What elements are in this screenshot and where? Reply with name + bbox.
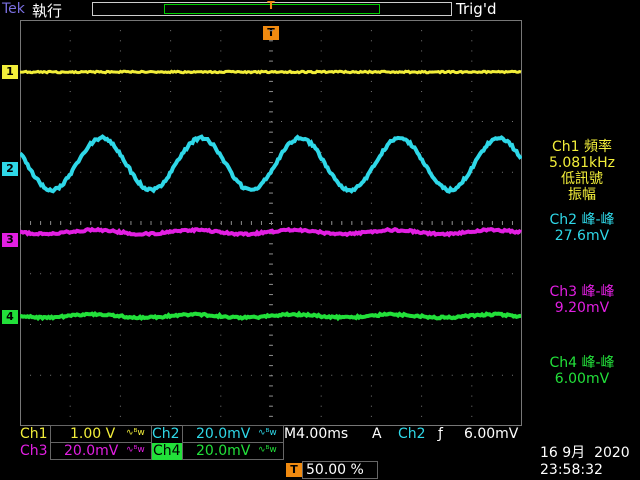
ch1-waveform xyxy=(20,71,521,72)
ch1-measurement-note: 低訊號 xyxy=(524,171,640,187)
ch2-measurement: Ch2 峰-峰 27.6mV xyxy=(524,212,640,244)
ch4-measurement-title: Ch4 峰-峰 xyxy=(524,355,640,371)
ch2-label[interactable]: Ch2 xyxy=(152,426,180,442)
brand-logo: Tek xyxy=(2,1,25,17)
timebase[interactable]: M4.00ms xyxy=(284,426,348,442)
ch1-measurement-value: 5.081kHz xyxy=(524,155,640,171)
trigger-mode: A xyxy=(372,426,382,442)
date: 16 9月 2020 xyxy=(540,445,630,461)
ch4-measurement-value: 6.00mV xyxy=(524,371,640,387)
ch1-marker[interactable]: 1 xyxy=(2,65,18,79)
ch2-measurement-value: 27.6mV xyxy=(524,228,640,244)
ch1-measurement: Ch1 頻率 5.081kHz 低訊號 振幅 xyxy=(524,139,640,203)
trigger-position-icon: T xyxy=(286,463,302,477)
ch4-scale: 20.0mV xyxy=(196,443,250,459)
ch1-bandwidth-icon: ∿ᴮw xyxy=(126,428,145,438)
graticule-grid xyxy=(20,20,522,426)
ch1-label[interactable]: Ch1 xyxy=(20,426,48,442)
ch3-marker[interactable]: 3 xyxy=(2,233,18,247)
time: 23:58:32 xyxy=(540,462,603,478)
trigger-position-top-icon: T xyxy=(266,0,276,12)
ch1-measurement-title: Ch1 頻率 xyxy=(524,139,640,155)
trigger-source[interactable]: Ch2 xyxy=(398,426,426,442)
trigger-position: 50.00 % xyxy=(306,462,364,478)
acquisition-mode: 執行 xyxy=(32,0,62,21)
ch1-scale: 1.00 V xyxy=(70,426,115,442)
trigger-level[interactable]: 6.00mV xyxy=(464,426,518,442)
ch4-label[interactable]: Ch4 xyxy=(153,443,181,459)
ch4-measurement: Ch4 峰-峰 6.00mV xyxy=(524,355,640,387)
ch3-label[interactable]: Ch3 xyxy=(20,443,48,459)
ch2-scale: 20.0mV xyxy=(196,426,250,442)
ch2-bandwidth-icon: ∿ᴮw xyxy=(258,428,277,438)
ch4-marker[interactable]: 4 xyxy=(2,310,18,324)
ch3-measurement-title: Ch3 峰-峰 xyxy=(524,284,640,300)
waveform-display xyxy=(20,20,522,426)
ch3-scale: 20.0mV xyxy=(64,443,118,459)
ch3-measurement-value: 9.20mV xyxy=(524,300,640,316)
ch2-measurement-title: Ch2 峰-峰 xyxy=(524,212,640,228)
ch1-measurement-note2: 振幅 xyxy=(524,187,640,203)
ch4-waveform xyxy=(20,314,521,319)
ch3-measurement: Ch3 峰-峰 9.20mV xyxy=(524,284,640,316)
ch2-marker[interactable]: 2 xyxy=(2,162,18,176)
ch4-bandwidth-icon: ∿ᴮw xyxy=(258,445,277,455)
trigger-slope-icon: ƒ xyxy=(438,426,443,442)
trigger-status: Trig'd xyxy=(456,0,496,18)
ch3-bandwidth-icon: ∿ᴮw xyxy=(126,445,145,455)
